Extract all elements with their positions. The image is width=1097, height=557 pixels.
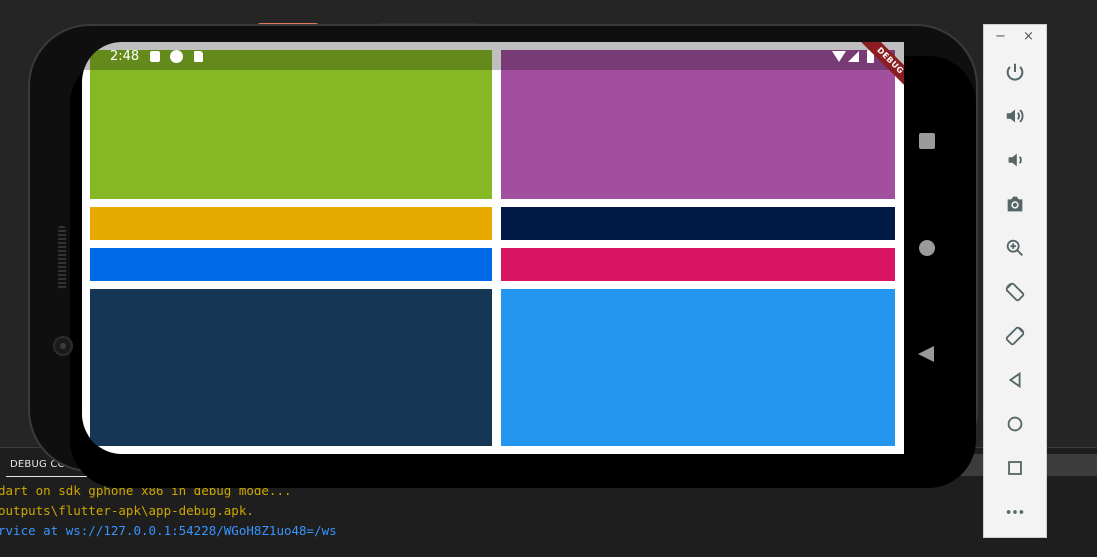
close-button[interactable]: × <box>1023 29 1034 44</box>
console-line[interactable]: rvice at ws://127.0.0.1:54228/WGoH8Z1uo4… <box>0 523 337 538</box>
power-icon <box>1006 63 1024 81</box>
console-line: outputs\flutter-apk\app-debug.apk. <box>0 503 254 518</box>
sd-card-icon <box>194 51 203 62</box>
rotate-right-button[interactable] <box>1000 321 1030 351</box>
notification-a-icon <box>150 51 160 62</box>
green-tile <box>90 50 492 199</box>
home-icon <box>1007 416 1023 432</box>
rotate-right-icon <box>1005 326 1025 346</box>
home-button[interactable] <box>1000 409 1030 439</box>
console-toolbar[interactable] <box>1045 454 1097 476</box>
back-icon <box>1008 371 1021 389</box>
emulator-toolbar: − × <box>983 24 1047 538</box>
camera-icon <box>1007 196 1023 212</box>
desktop: DEBUG CO dart on sdk gphone x86 in debug… <box>0 0 1097 557</box>
purple-tile <box>501 50 895 199</box>
dark-blue-tile <box>90 289 492 446</box>
zoom-button[interactable] <box>1000 233 1030 263</box>
zoom-icon <box>1006 239 1023 256</box>
rotate-left-button[interactable] <box>1000 277 1030 307</box>
light-blue-tile <box>501 289 895 446</box>
overview-icon <box>1008 461 1022 475</box>
volume-up-button[interactable] <box>1000 101 1030 131</box>
power-button[interactable] <box>1000 57 1030 87</box>
blue-tile <box>90 248 492 281</box>
volume-down-button[interactable] <box>1000 145 1030 175</box>
active-tab-indicator <box>6 476 98 477</box>
volume-down-icon <box>1008 153 1022 167</box>
more-icon <box>1006 510 1024 514</box>
overview-button[interactable] <box>1000 453 1030 483</box>
status-time: 2:48 <box>110 49 140 64</box>
overview-nav-button[interactable] <box>919 133 935 149</box>
minimize-button[interactable]: − <box>995 29 1006 44</box>
front-camera <box>53 336 73 356</box>
status-bar: 2:48 <box>82 42 904 70</box>
device-screen[interactable]: 2:48 DEBUG <box>82 42 904 454</box>
navy-tile <box>501 207 895 240</box>
back-button[interactable] <box>1000 365 1030 395</box>
home-nav-button[interactable] <box>919 240 935 256</box>
signal-icon <box>848 51 859 62</box>
pink-tile <box>501 248 895 281</box>
wifi-icon <box>832 51 846 62</box>
amber-tile <box>90 207 492 240</box>
more-button[interactable] <box>1000 497 1030 527</box>
back-nav-button[interactable] <box>918 346 934 362</box>
volume-up-icon <box>1006 109 1024 123</box>
rotate-left-icon <box>1005 282 1025 302</box>
screenshot-button[interactable] <box>1000 189 1030 219</box>
speaker-grille <box>58 226 66 290</box>
notification-flutter-icon <box>170 50 183 63</box>
